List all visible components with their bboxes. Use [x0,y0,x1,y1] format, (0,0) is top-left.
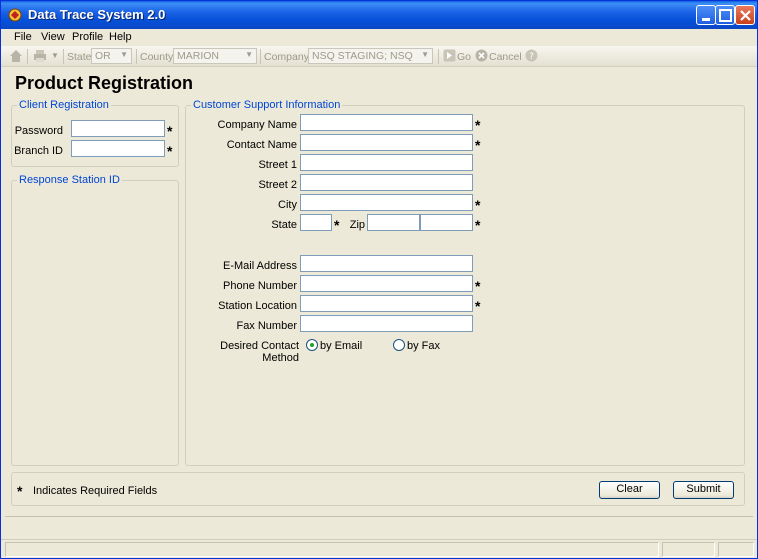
minimize-button[interactable] [696,5,716,25]
chevron-down-icon: ▼ [120,50,128,59]
required-marker: * [334,217,340,233]
title-bar[interactable]: Data Trace System 2.0 [1,1,757,29]
status-bar [1,539,757,558]
cancel-button[interactable]: Cancel [489,51,522,63]
app-logo-icon [7,7,23,23]
required-note: Indicates Required Fields [33,485,158,497]
company-label: Company [264,51,309,63]
state-field-label: State [271,219,297,231]
required-marker: * [475,298,481,314]
status-panel-3 [718,542,754,557]
home-icon[interactable] [9,49,23,66]
clear-button[interactable]: Clear [599,481,660,499]
street1-label: Street 1 [258,159,297,171]
window-title: Data Trace System 2.0 [28,7,166,22]
by-email-label[interactable]: by Email [320,340,362,352]
company-name-input[interactable] [300,114,473,131]
contact-method-label: Desired Contact Method [220,340,299,364]
cancel-icon[interactable] [475,49,488,65]
menu-view[interactable]: View [41,31,65,43]
zip-label: Zip [349,219,365,231]
company-name-label: Company Name [217,119,297,131]
response-station-group: Response Station ID [11,174,179,466]
street2-label: Street 2 [258,179,297,191]
contact-name-input[interactable] [300,134,473,151]
fax-input[interactable] [300,315,473,332]
required-marker: * [475,278,481,294]
menu-file[interactable]: File [14,31,32,43]
required-note-marker: * [17,483,23,499]
email-label: E-Mail Address [223,260,297,272]
page-title: Product Registration [15,73,194,93]
email-input[interactable] [300,255,473,272]
state-input[interactable] [300,214,332,231]
password-label: Password [14,125,63,137]
status-panel-2 [662,542,715,557]
response-station-title: Response Station ID [17,174,122,186]
close-button[interactable] [735,5,755,25]
go-button[interactable]: Go [457,51,471,63]
fax-label: Fax Number [236,320,297,332]
by-fax-radio[interactable] [393,339,405,351]
county-select[interactable]: MARION ▼ [173,48,257,64]
required-marker: * [475,217,481,233]
required-marker: * [475,197,481,213]
street1-input[interactable] [300,154,473,171]
phone-input[interactable] [300,275,473,292]
required-marker: * [167,123,173,139]
client-registration-title: Client Registration [17,99,111,111]
chevron-down-icon: ▼ [245,50,253,59]
go-icon[interactable] [443,49,456,65]
zip-input[interactable] [367,214,420,231]
branch-id-label: Branch ID [14,145,63,157]
company-select[interactable]: NSQ STAGING; NSQ ▼ [308,48,433,64]
state-select[interactable]: OR ▼ [91,48,132,64]
toolbar: ▼ State OR ▼ County MARION ▼ Company NSQ S… [1,46,757,67]
menu-help[interactable]: Help [109,31,132,43]
print-dropdown-icon[interactable]: ▼ [51,51,59,60]
city-label: City [278,199,297,211]
password-input[interactable] [71,120,165,137]
maximize-button[interactable] [715,5,735,25]
required-marker: * [167,143,173,159]
required-marker: * [475,137,481,153]
contact-name-label: Contact Name [226,139,297,151]
chevron-down-icon: ▼ [421,50,429,59]
by-fax-label[interactable]: by Fax [407,340,440,352]
by-email-radio[interactable] [306,339,318,351]
phone-label: Phone Number [223,280,297,292]
branch-id-input[interactable] [71,140,165,157]
submit-button[interactable]: Submit [673,481,734,499]
zip-ext-input[interactable] [420,214,473,231]
county-label: County [140,51,174,63]
station-location-label: Station Location [218,300,297,312]
menu-profile[interactable]: Profile [72,31,103,43]
city-input[interactable] [300,194,473,211]
menu-bar: File View Profile Help [1,29,757,46]
required-marker: * [475,117,481,133]
street2-input[interactable] [300,174,473,191]
svg-text:?: ? [529,52,534,62]
status-panel-main [5,542,659,557]
station-location-input[interactable] [300,295,473,312]
print-icon[interactable] [33,49,47,66]
info-strip [5,516,753,538]
customer-support-title: Customer Support Information [191,99,343,111]
state-label: State [67,51,92,63]
help-icon[interactable]: ? [525,49,538,65]
app-window: Data Trace System 2.0 File View Profile … [0,0,758,559]
